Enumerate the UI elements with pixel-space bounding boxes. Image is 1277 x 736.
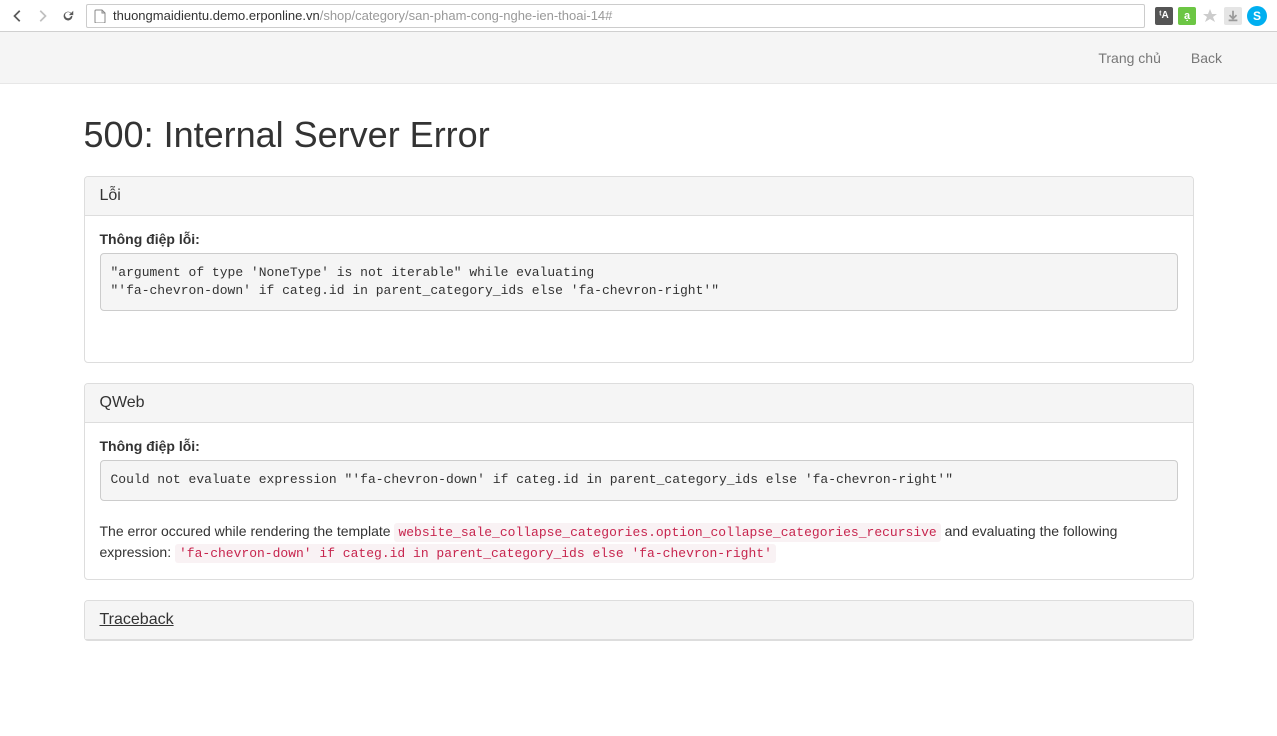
browser-back-button[interactable] xyxy=(10,8,26,24)
url-host: thuongmaidientu.demo.erponline.vn xyxy=(113,8,320,23)
qweb-message-pre: Could not evaluate expression "'fa-chevr… xyxy=(100,460,1178,500)
traceback-panel-heading[interactable]: Traceback xyxy=(85,601,1193,640)
browser-chrome: thuongmaidientu.demo.erponline.vn/shop/c… xyxy=(0,0,1277,32)
top-navbar: Trang chủ Back xyxy=(0,32,1277,84)
skype-icon[interactable]: S xyxy=(1247,6,1267,26)
qweb-message-label: Thông điệp lỗi: xyxy=(100,438,1178,454)
nav-back-link[interactable]: Back xyxy=(1176,35,1237,81)
browser-extension-icons: ᵗA ạ S xyxy=(1151,6,1271,26)
desc-prefix: The error occured while rendering the te… xyxy=(100,523,395,539)
url-text: thuongmaidientu.demo.erponline.vn/shop/c… xyxy=(113,8,612,23)
traceback-heading-text: Traceback xyxy=(100,611,174,628)
qweb-panel: QWeb Thông điệp lỗi: Could not evaluate … xyxy=(84,383,1194,579)
page-title: 500: Internal Server Error xyxy=(84,114,1194,156)
main-container: 500: Internal Server Error Lỗi Thông điệ… xyxy=(69,114,1209,641)
extension-a-icon[interactable]: ạ xyxy=(1178,7,1196,25)
page-icon xyxy=(93,9,107,23)
error-message-pre: "argument of type 'NoneType' is not iter… xyxy=(100,253,1178,311)
download-icon[interactable] xyxy=(1224,7,1242,25)
expression-code: 'fa-chevron-down' if categ.id in parent_… xyxy=(175,544,776,563)
nav-home-link[interactable]: Trang chủ xyxy=(1083,35,1176,81)
error-panel-heading: Lỗi xyxy=(85,177,1193,216)
error-panel: Lỗi Thông điệp lỗi: "argument of type 'N… xyxy=(84,176,1194,363)
translate-icon[interactable]: ᵗA xyxy=(1155,7,1173,25)
qweb-error-description: The error occured while rendering the te… xyxy=(100,521,1178,564)
browser-forward-button[interactable] xyxy=(34,8,50,24)
browser-reload-button[interactable] xyxy=(60,8,76,24)
traceback-panel: Traceback xyxy=(84,600,1194,641)
spacer xyxy=(100,311,1178,347)
template-name-code: website_sale_collapse_categories.option_… xyxy=(394,523,940,542)
browser-address-bar[interactable]: thuongmaidientu.demo.erponline.vn/shop/c… xyxy=(86,4,1145,28)
qweb-panel-body: Thông điệp lỗi: Could not evaluate expre… xyxy=(85,423,1193,578)
qweb-panel-heading: QWeb xyxy=(85,384,1193,423)
browser-nav-arrows xyxy=(6,8,54,24)
bookmark-star-icon[interactable] xyxy=(1201,7,1219,25)
url-path: /shop/category/san-pham-cong-nghe-ien-th… xyxy=(320,8,613,23)
error-panel-body: Thông điệp lỗi: "argument of type 'NoneT… xyxy=(85,216,1193,362)
error-message-label: Thông điệp lỗi: xyxy=(100,231,1178,247)
